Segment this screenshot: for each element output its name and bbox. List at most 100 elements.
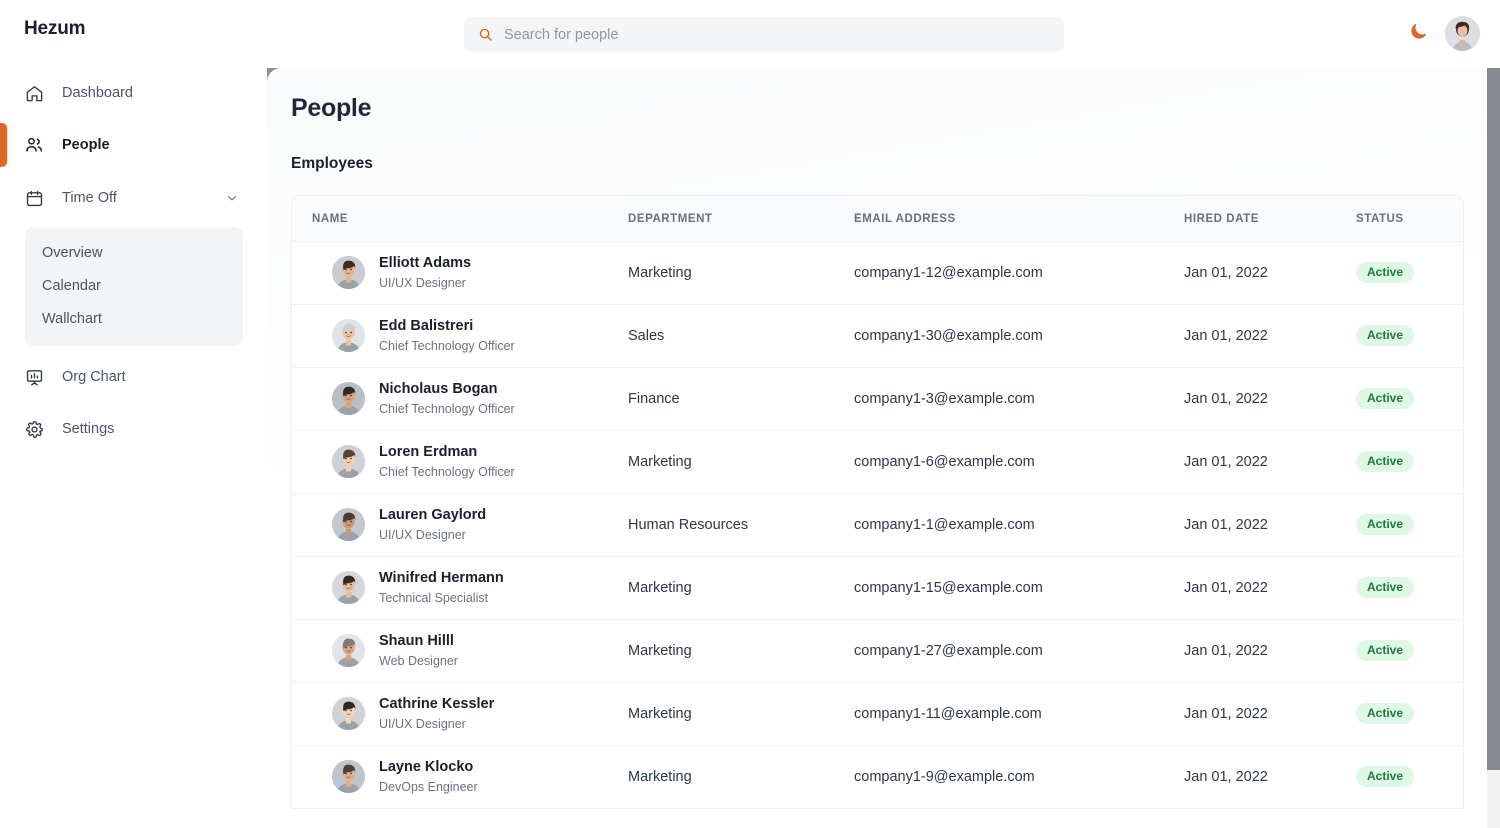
employee-name: Winifred Hermann xyxy=(379,569,504,588)
org-chart-icon xyxy=(24,367,44,387)
person-text: Loren ErdmanChief Technology Officer xyxy=(379,443,515,480)
employee-avatar xyxy=(332,256,365,289)
sidebar-subitem-label: Calendar xyxy=(42,278,101,294)
sidebar-nav: Dashboard People xyxy=(0,72,267,450)
person-cell: Loren ErdmanChief Technology Officer xyxy=(312,443,628,480)
cell-department: Marketing xyxy=(628,430,854,493)
sidebar-item-label: Dashboard xyxy=(62,85,133,101)
status-badge: Active xyxy=(1356,262,1414,283)
chevron-down-icon[interactable] xyxy=(225,191,239,205)
person-cell: Elliott AdamsUI/UX Designer xyxy=(312,254,628,291)
status-badge: Active xyxy=(1356,766,1414,787)
employee-avatar xyxy=(332,445,365,478)
theme-toggle-button[interactable] xyxy=(1406,22,1430,46)
cell-email: company1-12@example.com xyxy=(854,241,1184,304)
cell-department: Marketing xyxy=(628,556,854,619)
column-header-hired-date[interactable]: HIRED DATE xyxy=(1184,196,1356,241)
employee-avatar xyxy=(332,319,365,352)
employee-avatar xyxy=(332,760,365,793)
sidebar-submenu-time-off: Overview Calendar Wallchart xyxy=(25,227,243,346)
table-body: Elliott AdamsUI/UX DesignerMarketingcomp… xyxy=(292,241,1464,808)
sidebar-subitem-label: Overview xyxy=(42,245,102,261)
status-badge: Active xyxy=(1356,388,1414,409)
table-row[interactable]: Layne KlockoDevOps Engineer Marketingcomp… xyxy=(292,745,1464,808)
sidebar-item-label: People xyxy=(62,137,110,153)
cell-hired-date: Jan 01, 2022 xyxy=(1184,556,1356,619)
column-header-status[interactable]: STATUS xyxy=(1356,196,1464,241)
search-input[interactable] xyxy=(504,27,1050,43)
table-row[interactable]: Cathrine KesslerUI/UX DesignerMarketingc… xyxy=(292,682,1464,745)
employee-role: Chief Technology Officer xyxy=(379,338,515,354)
cell-name: Layne KlockoDevOps Engineer xyxy=(292,745,628,808)
person-text: Nicholaus BoganChief Technology Officer xyxy=(379,380,515,417)
table-row[interactable]: Loren ErdmanChief Technology Officer Mark… xyxy=(292,430,1464,493)
sidebar-item-dashboard[interactable]: Dashboard xyxy=(0,72,267,114)
sidebar-item-time-off[interactable]: Time Off xyxy=(0,177,267,219)
gear-icon xyxy=(24,419,44,439)
search-bar[interactable] xyxy=(464,17,1064,52)
column-header-name[interactable]: NAME xyxy=(292,196,628,241)
app-brand: Hezum xyxy=(24,18,85,40)
cell-hired-date: Jan 01, 2022 xyxy=(1184,619,1356,682)
sidebar-item-org-chart[interactable]: Org Chart xyxy=(0,356,267,398)
employee-name: Cathrine Kessler xyxy=(379,695,494,714)
table-row[interactable]: Elliott AdamsUI/UX DesignerMarketingcomp… xyxy=(292,241,1464,304)
person-cell: Lauren GaylordUI/UX Designer xyxy=(312,506,628,543)
status-badge: Active xyxy=(1356,451,1414,472)
cell-department: Human Resources xyxy=(628,493,854,556)
table-header-row: NAME DEPARTMENT EMAIL ADDRESS HIRED DATE… xyxy=(292,196,1464,241)
person-cell: Winifred HermannTechnical Specialist xyxy=(312,569,628,606)
cell-email: company1-6@example.com xyxy=(854,430,1184,493)
home-icon xyxy=(24,83,44,103)
employees-table-card: NAME DEPARTMENT EMAIL ADDRESS HIRED DATE… xyxy=(291,195,1464,809)
table-row[interactable]: Winifred HermannTechnical SpecialistMark… xyxy=(292,556,1464,619)
cell-name: Edd BalistreriChief Technology Officer xyxy=(292,304,628,367)
employee-role: UI/UX Designer xyxy=(379,716,494,732)
sidebar-item-settings[interactable]: Settings xyxy=(0,408,267,450)
table-row[interactable]: Edd BalistreriChief Technology OfficerSa… xyxy=(292,304,1464,367)
sidebar-subitem-wallchart[interactable]: Wallchart xyxy=(25,302,243,335)
cell-department: Finance xyxy=(628,367,854,430)
sidebar: Hezum Dashboard xyxy=(0,0,267,828)
cell-email: company1-15@example.com xyxy=(854,556,1184,619)
sidebar-subitem-calendar[interactable]: Calendar xyxy=(25,269,243,302)
cell-email: company1-1@example.com xyxy=(854,493,1184,556)
person-text: Layne KlockoDevOps Engineer xyxy=(379,758,478,795)
page-scrollbar-thumb[interactable] xyxy=(1487,68,1500,770)
cell-hired-date: Jan 01, 2022 xyxy=(1184,493,1356,556)
person-text: Shaun HilllWeb Designer xyxy=(379,632,458,669)
status-badge: Active xyxy=(1356,325,1414,346)
cell-name: Elliott AdamsUI/UX Designer xyxy=(292,241,628,304)
employee-avatar xyxy=(332,508,365,541)
column-header-department[interactable]: DEPARTMENT xyxy=(628,196,854,241)
active-indicator xyxy=(0,123,7,167)
table-row[interactable]: Lauren GaylordUI/UX DesignerHuman Resour… xyxy=(292,493,1464,556)
employees-table: NAME DEPARTMENT EMAIL ADDRESS HIRED DATE… xyxy=(292,196,1464,809)
cell-hired-date: Jan 01, 2022 xyxy=(1184,745,1356,808)
cell-hired-date: Jan 01, 2022 xyxy=(1184,430,1356,493)
person-text: Elliott AdamsUI/UX Designer xyxy=(379,254,471,291)
employee-avatar xyxy=(332,634,365,667)
user-avatar-button[interactable] xyxy=(1445,16,1480,51)
table-row[interactable]: Shaun HilllWeb DesignerMarketingcompany1… xyxy=(292,619,1464,682)
person-cell: Cathrine Kessler UI/UX Designer xyxy=(312,695,628,732)
sidebar-item-people[interactable]: People xyxy=(0,124,267,166)
app-root: Hezum Dashboard xyxy=(0,0,1500,828)
cell-name: Winifred HermannTechnical Specialist xyxy=(292,556,628,619)
employee-name: Loren Erdman xyxy=(379,443,515,462)
section-title: Employees xyxy=(291,155,373,173)
cell-status: Active xyxy=(1356,682,1464,745)
sidebar-subitem-label: Wallchart xyxy=(42,311,102,327)
cell-name: Loren ErdmanChief Technology Officer xyxy=(292,430,628,493)
employee-avatar xyxy=(332,697,365,730)
cell-department: Marketing xyxy=(628,619,854,682)
table-head: NAME DEPARTMENT EMAIL ADDRESS HIRED DATE… xyxy=(292,196,1464,241)
column-header-email[interactable]: EMAIL ADDRESS xyxy=(854,196,1184,241)
employee-name: Nicholaus Bogan xyxy=(379,380,515,399)
cell-status: Active xyxy=(1356,304,1464,367)
cell-department: Marketing xyxy=(628,745,854,808)
cell-email: company1-9@example.com xyxy=(854,745,1184,808)
person-text: Edd BalistreriChief Technology Officer xyxy=(379,317,515,354)
table-row[interactable]: Nicholaus BoganChief Technology Officer F… xyxy=(292,367,1464,430)
sidebar-subitem-overview[interactable]: Overview xyxy=(25,236,243,269)
